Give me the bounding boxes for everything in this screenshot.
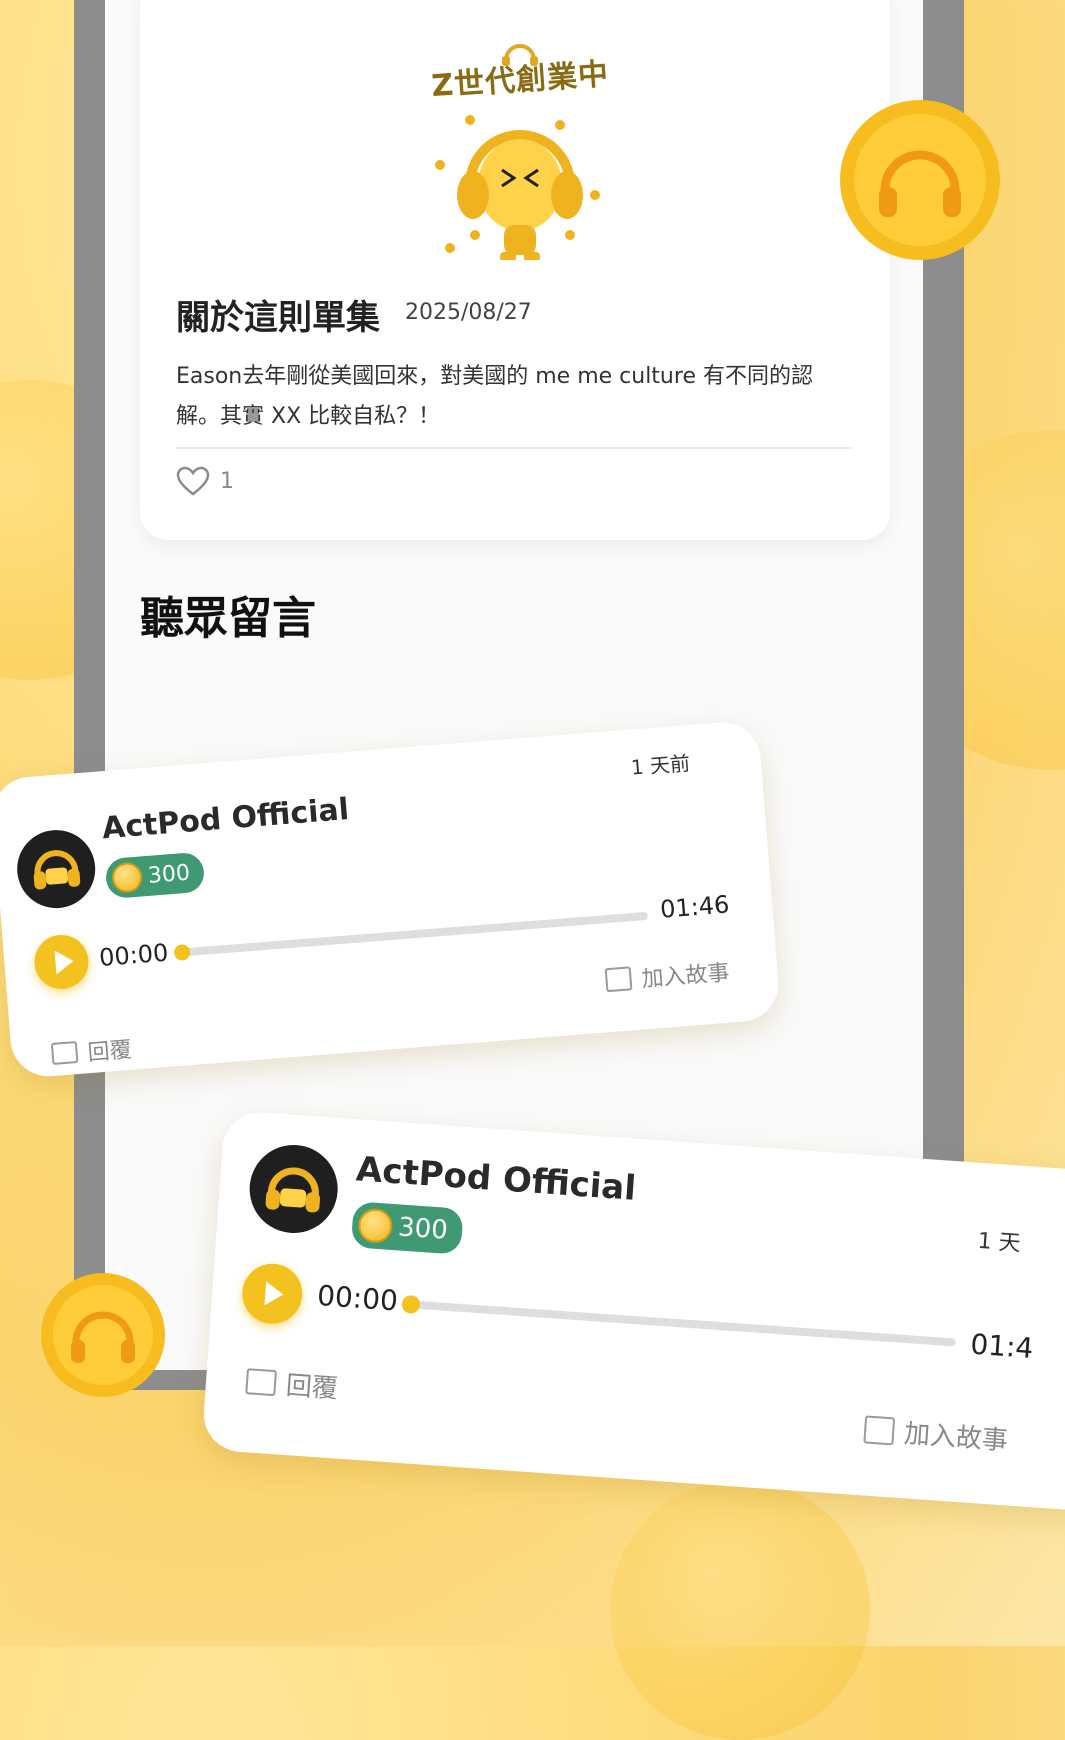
play-icon xyxy=(54,949,75,975)
comment-username: ActPod Official xyxy=(354,1149,638,1209)
reply-icon xyxy=(50,1040,79,1065)
comment-card: ActPod Official 300 1 天前 00:00 01:46 加入故… xyxy=(0,719,782,1080)
duration: 01:46 xyxy=(659,890,731,924)
comments-section-title: 聽眾留言 xyxy=(140,593,316,644)
add-to-story-button[interactable]: 加入故事 xyxy=(604,955,730,997)
headphones-coin-icon xyxy=(840,100,1000,260)
coin-badge: 300 xyxy=(350,1201,464,1255)
episode-date: 2025/08/27 xyxy=(405,300,532,325)
coin-icon xyxy=(357,1207,394,1244)
reply-label: 回覆 xyxy=(86,1037,133,1067)
podcast-logo: Z世代創業中 xyxy=(410,20,630,270)
add-story-icon xyxy=(604,966,633,993)
like-count: 1 xyxy=(220,468,234,494)
reply-label: 回覆 xyxy=(284,1370,339,1405)
comment-card: ActPod Official 300 1 天 00:00 01:4 回覆 加入… xyxy=(201,1110,1065,1512)
add-story-icon xyxy=(863,1414,896,1445)
progress-knob[interactable] xyxy=(401,1294,421,1315)
like-button[interactable]: 1 xyxy=(176,466,234,496)
background-coin xyxy=(610,1480,870,1740)
play-button[interactable] xyxy=(240,1261,305,1326)
avatar[interactable] xyxy=(246,1142,341,1236)
avatar[interactable] xyxy=(14,827,99,912)
add-story-label: 加入故事 xyxy=(902,1419,1009,1457)
comment-time-ago: 1 天 xyxy=(976,1228,1022,1257)
coin-icon xyxy=(110,861,144,894)
current-time: 00:00 xyxy=(316,1278,399,1318)
add-story-label: 加入故事 xyxy=(640,960,731,993)
headphones-avatar-icon xyxy=(33,850,81,890)
heart-icon xyxy=(176,466,210,496)
comment-time-ago: 1 天前 xyxy=(630,751,691,780)
headphones-avatar-icon xyxy=(265,1167,321,1213)
divider xyxy=(176,447,852,449)
comment-username: ActPod Official xyxy=(100,791,351,847)
duration: 01:4 xyxy=(969,1327,1035,1365)
episode-description: Eason去年剛從美國回來，對美國的 me me culture 有不同的認解。… xyxy=(176,364,813,429)
audio-progress-track[interactable] xyxy=(178,911,648,957)
current-time: 00:00 xyxy=(98,938,170,972)
play-button[interactable] xyxy=(32,932,91,991)
audio-progress-track[interactable] xyxy=(406,1300,956,1347)
reply-icon xyxy=(245,1367,278,1396)
reply-button[interactable]: 回覆 xyxy=(245,1362,339,1405)
coin-count: 300 xyxy=(147,860,191,889)
play-icon xyxy=(264,1281,285,1307)
headphones-coin-icon xyxy=(41,1273,165,1397)
add-to-story-button[interactable]: 加入故事 xyxy=(863,1410,1009,1457)
coin-count: 300 xyxy=(397,1212,449,1246)
reply-button[interactable]: 回覆 xyxy=(50,1032,133,1070)
coin-badge: 300 xyxy=(104,851,206,900)
episode-heading: 關於這則單集 xyxy=(176,298,380,338)
progress-knob[interactable] xyxy=(173,943,191,962)
